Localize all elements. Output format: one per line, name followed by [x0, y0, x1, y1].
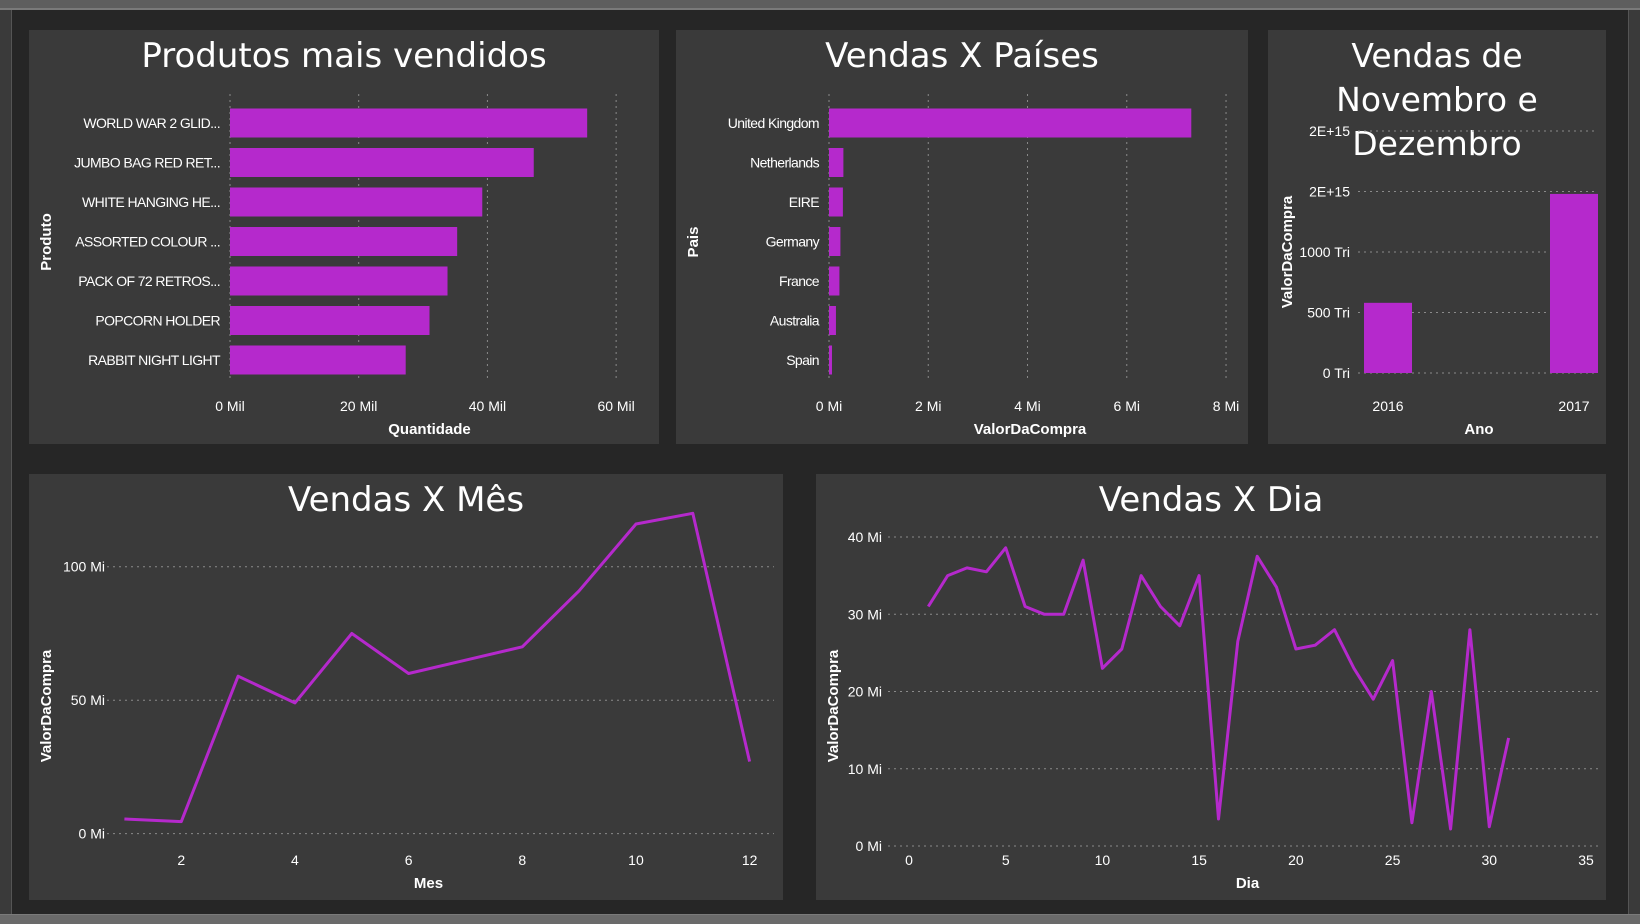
bar	[230, 266, 448, 296]
y-axis-label: Pais	[685, 227, 702, 258]
x-tick-label: 4 Mi	[1014, 398, 1040, 414]
y-tick-label: 0 Mi	[79, 826, 105, 842]
y-axis-label: Produto	[38, 213, 55, 271]
category-label: POPCORN HOLDER	[95, 313, 220, 329]
bar	[1364, 302, 1412, 373]
window-bottom-border	[0, 914, 1640, 924]
x-tick-label: 10	[1095, 852, 1111, 868]
x-axis-label: ValorDaCompra	[974, 421, 1087, 438]
bar	[230, 227, 458, 256]
bar	[230, 148, 534, 177]
x-tick-label: 0 Mil	[215, 398, 245, 414]
y-tick-label: 1000 Tri	[1299, 244, 1350, 260]
x-tick-label: 60 Mil	[597, 398, 634, 414]
series-line	[124, 511, 752, 824]
bar	[829, 227, 841, 256]
category-label: Australia	[770, 313, 820, 329]
category-label: United Kingdom	[728, 115, 819, 131]
y-tick-label: 500 Tri	[1307, 305, 1350, 321]
dia-chart-svg: 0 Mi 10 Mi 20 Mi 30 Mi 40 Mi 0 5 10 15 20 25 30 35 Di…	[825, 529, 1598, 892]
y-tick-label: 30 Mi	[848, 606, 882, 622]
x-tick-label: 8	[518, 852, 526, 868]
x-tick-label: 30	[1481, 852, 1497, 868]
x-tick-label: 0 Mi	[816, 398, 842, 414]
window-top-border	[0, 0, 1640, 10]
category-label: France	[779, 273, 820, 289]
bar	[230, 345, 406, 375]
bar	[829, 148, 844, 177]
y-axis-label: ValorDaCompra	[38, 649, 55, 762]
x-tick-label: 5	[1002, 852, 1010, 868]
x-tick-label: 6 Mi	[1114, 398, 1140, 414]
produtos-chart-panel[interactable]: Produtos mais vendidos 0 Mil 20 Mil 40 Mil…	[29, 30, 659, 444]
y-axis-label: ValorDaCompra	[825, 649, 842, 762]
x-tick-label: 12	[742, 852, 758, 868]
x-tick-label: 15	[1191, 852, 1207, 868]
bar	[829, 108, 1192, 138]
x-tick-label: 2	[177, 852, 185, 868]
series-line	[927, 546, 1511, 831]
bar	[829, 306, 836, 335]
x-tick-label: 2017	[1558, 398, 1589, 414]
bar	[829, 187, 843, 217]
y-tick-label: 2E+15	[1309, 123, 1350, 139]
y-tick-label: 50 Mi	[71, 692, 105, 708]
x-tick-label: 2 Mi	[915, 398, 941, 414]
novdez-chart-svg: 0 Tri 500 Tri 1000 Tri 2E+15 2E+15 2016 2017 An…	[1279, 123, 1598, 438]
x-axis-label: Ano	[1464, 421, 1493, 438]
y-tick-label: 100 Mi	[63, 559, 105, 575]
novdez-chart-panel[interactable]: Vendas de Novembro e Dezembro 0 Tri 500 T…	[1268, 30, 1606, 444]
x-tick-label: 2016	[1372, 398, 1403, 414]
x-tick-label: 35	[1578, 852, 1594, 868]
category-label: WORLD WAR 2 GLID...	[83, 115, 220, 131]
window-left-border	[0, 10, 12, 914]
y-tick-label: 2E+15	[1309, 184, 1350, 200]
category-label: EIRE	[789, 194, 820, 210]
paises-chart-svg: 0 Mi 2 Mi 4 Mi 6 Mi 8 Mi United Kingdom Nether…	[685, 94, 1239, 438]
category-label: Netherlands	[750, 155, 819, 171]
x-axis-label: Mes	[414, 875, 443, 892]
x-tick-label: 40 Mil	[469, 398, 506, 414]
window-right-border	[1628, 10, 1640, 914]
x-axis-label: Dia	[1236, 875, 1260, 892]
bar	[230, 306, 430, 335]
mes-chart-svg: 0 Mi 50 Mi 100 Mi 2 4 6 8 10 12 Mes ValorDaCompra	[38, 511, 774, 892]
dia-chart-panel[interactable]: Vendas X Dia 0 Mi 10 Mi 20 Mi 30 Mi 40 Mi 0 5 1…	[816, 474, 1606, 900]
x-tick-label: 20	[1288, 852, 1304, 868]
category-label: Spain	[786, 352, 819, 368]
bar	[1550, 193, 1598, 373]
x-tick-label: 4	[291, 852, 299, 868]
paises-chart-panel[interactable]: Vendas X Países 0 Mi 2 Mi 4 Mi 6 Mi 8 Mi Unit…	[676, 30, 1248, 444]
category-label: PACK OF 72 RETROS...	[78, 273, 220, 289]
y-tick-label: 40 Mi	[848, 529, 882, 545]
category-label: Germany	[766, 234, 820, 250]
x-tick-label: 25	[1385, 852, 1401, 868]
produtos-chart-svg: 0 Mil 20 Mil 40 Mil 60 Mil WORLD WAR 2 GLID.…	[38, 94, 635, 438]
bar	[230, 108, 588, 138]
y-tick-label: 20 Mi	[848, 684, 882, 700]
y-tick-label: 10 Mi	[848, 761, 882, 777]
bar	[829, 345, 832, 375]
y-tick-label: 0 Mi	[856, 838, 882, 854]
y-axis-label: ValorDaCompra	[1279, 195, 1296, 308]
x-tick-label: 6	[405, 852, 413, 868]
bar	[230, 187, 483, 217]
mes-chart-panel[interactable]: Vendas X Mês 0 Mi 50 Mi 100 Mi 2 4 6 8 10 12 Mes V…	[29, 474, 783, 900]
x-tick-label: 20 Mil	[340, 398, 377, 414]
category-label: JUMBO BAG RED RET...	[74, 155, 220, 171]
category-label: RABBIT NIGHT LIGHT	[88, 352, 221, 368]
category-label: ASSORTED COLOUR ...	[75, 234, 220, 250]
x-tick-label: 10	[628, 852, 644, 868]
x-axis-label: Quantidade	[388, 421, 471, 438]
x-tick-label: 0	[905, 852, 913, 868]
y-tick-label: 0 Tri	[1323, 365, 1350, 381]
category-label: WHITE HANGING HE...	[82, 194, 220, 210]
x-tick-label: 8 Mi	[1213, 398, 1239, 414]
bar	[829, 266, 840, 296]
